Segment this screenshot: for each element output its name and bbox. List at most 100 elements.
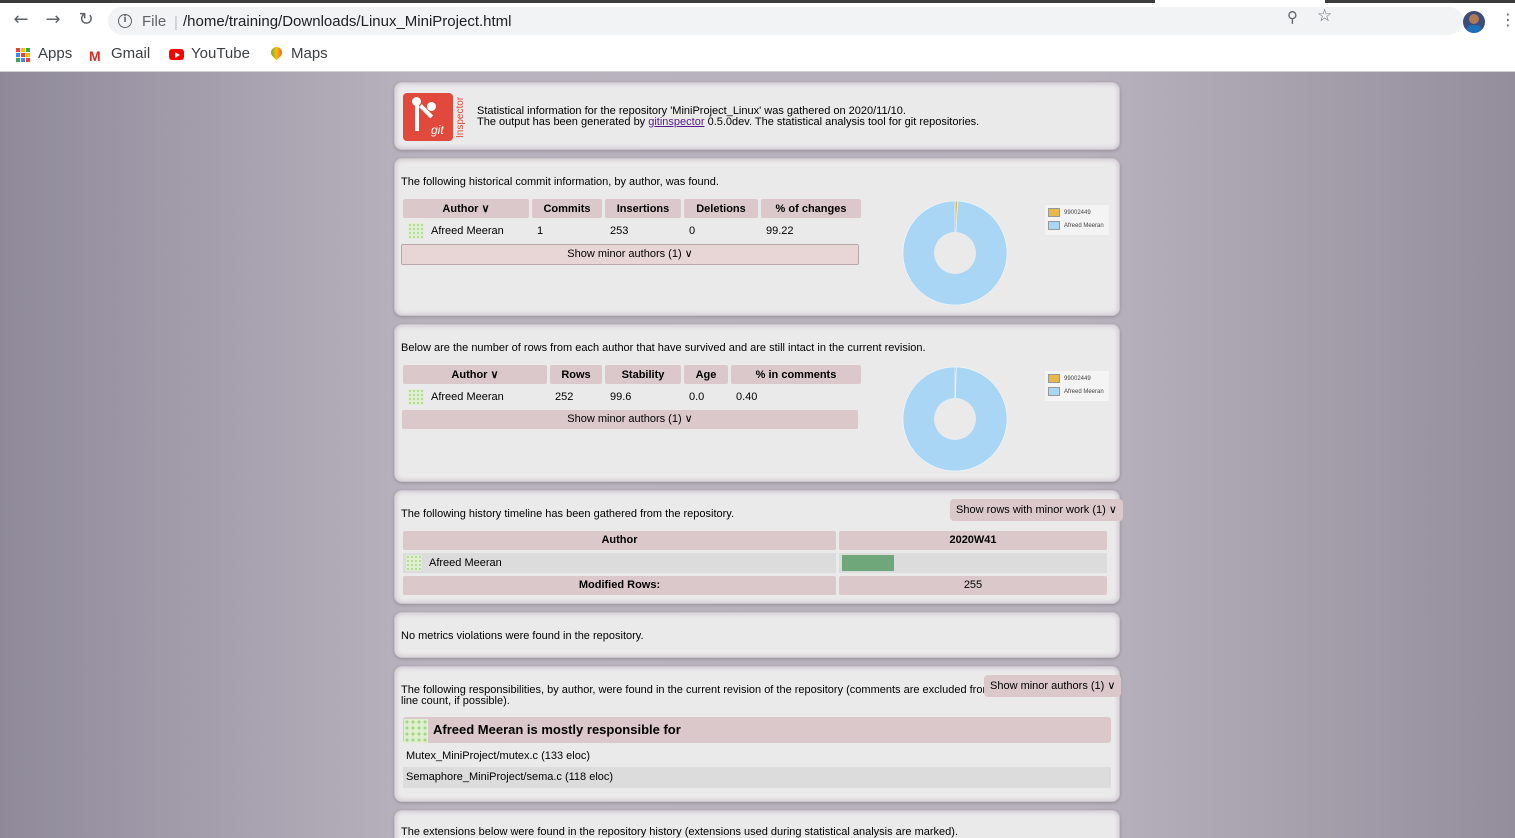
column-header[interactable]: % of changes bbox=[761, 199, 861, 218]
commits-section: The following historical commit informat… bbox=[394, 158, 1120, 316]
apps-grid-icon bbox=[16, 48, 30, 62]
info-icon[interactable]: i bbox=[118, 14, 132, 28]
column-header[interactable]: Deletions bbox=[684, 199, 758, 218]
blame-legend: 99002449 Afreed Meeran bbox=[1045, 371, 1109, 401]
age-value: 0.0 bbox=[689, 391, 705, 403]
gravatar-icon bbox=[406, 555, 422, 571]
bookmark-label: Apps bbox=[38, 45, 73, 62]
column-header[interactable]: Rows bbox=[550, 365, 602, 384]
bookmarks-bar: Apps M Gmail YouTube Maps bbox=[0, 38, 1515, 72]
reload-icon[interactable]: ↻ bbox=[75, 9, 97, 31]
kebab-menu-icon[interactable]: ⋮ bbox=[1500, 10, 1515, 30]
gitinspector-link[interactable]: gitinspector bbox=[648, 116, 704, 128]
legend-swatch bbox=[1048, 374, 1060, 383]
extensions-section: The extensions below were found in the r… bbox=[394, 810, 1120, 838]
metrics-section: No metrics violations were found in the … bbox=[394, 612, 1120, 658]
responsibility-file-row: Mutex_MiniProject/mutex.c (133 eloc) bbox=[406, 750, 591, 762]
profile-avatar[interactable] bbox=[1463, 11, 1485, 33]
responsibility-file-row: Semaphore_MiniProject/sema.c (118 eloc) bbox=[403, 767, 1111, 788]
bookmark-gmail[interactable]: M Gmail bbox=[89, 45, 150, 65]
blame-table: Author ∨ Rows Stability Age % in comment… bbox=[400, 363, 864, 410]
percent-changes-value: 99.22 bbox=[766, 225, 794, 237]
comments-value: 0.40 bbox=[736, 391, 758, 403]
pie-hole bbox=[934, 398, 976, 440]
bookmark-star-icon[interactable]: ☆ bbox=[1317, 6, 1332, 26]
generated-by-text: The output has been generated by gitinsp… bbox=[477, 116, 980, 128]
responsibility-heading: Afreed Meeran is mostly responsible for bbox=[403, 717, 1111, 743]
timeline-activity-bar bbox=[842, 555, 894, 571]
file-scheme-label: File bbox=[142, 13, 167, 30]
legend-label: Afreed Meeran bbox=[1064, 223, 1104, 229]
timeline-intro: The following history timeline has been … bbox=[401, 508, 735, 520]
blame-intro: Below are the number of rows from each a… bbox=[401, 342, 926, 354]
legend-label: 99002449 bbox=[1064, 210, 1091, 216]
column-header[interactable]: Author ∨ bbox=[403, 365, 547, 384]
logo-git-text: git bbox=[431, 123, 444, 137]
commits-table: Author ∨ Commits Insertions Deletions % … bbox=[400, 197, 864, 244]
url-separator: | bbox=[174, 14, 178, 31]
browser-toolbar: ← → ↻ i File | /home/training/Downloads/… bbox=[0, 3, 1515, 38]
metrics-text: No metrics violations were found in the … bbox=[401, 630, 644, 642]
timeline-author-cell: Afreed Meeran bbox=[403, 553, 836, 573]
address-bar[interactable]: i File | /home/training/Downloads/Linux_… bbox=[108, 7, 1463, 35]
author-cell: Afreed Meeran bbox=[403, 386, 547, 408]
back-arrow-icon[interactable]: ← bbox=[10, 9, 32, 31]
show-minor-work-button[interactable]: Show rows with minor work (1) ∨ bbox=[950, 499, 1123, 521]
blame-section: Below are the number of rows from each a… bbox=[394, 324, 1120, 482]
maps-pin-icon bbox=[268, 44, 285, 61]
rows-value: 252 bbox=[555, 391, 574, 403]
column-header[interactable]: Stability bbox=[605, 365, 681, 384]
table-row: Afreed Meeran 252 99.6 0.0 0.40 bbox=[403, 386, 861, 408]
commits-intro: The following historical commit informat… bbox=[401, 176, 719, 188]
bookmark-label: Maps bbox=[291, 45, 328, 62]
gravatar-icon bbox=[408, 389, 424, 405]
pie-hole bbox=[934, 232, 976, 274]
commits-legend: 99002449 Afreed Meeran bbox=[1045, 205, 1109, 235]
timeline-bar-cell bbox=[839, 553, 1107, 573]
bookmark-youtube[interactable]: YouTube bbox=[169, 45, 250, 65]
legend-label: Afreed Meeran bbox=[1064, 389, 1104, 395]
bookmark-maps[interactable]: Maps bbox=[268, 44, 328, 65]
timeline-author-header: Author bbox=[403, 531, 836, 550]
legend-label: 99002449 bbox=[1064, 376, 1091, 382]
forward-arrow-icon[interactable]: → bbox=[42, 9, 64, 31]
responsibilities-intro-2: line count, if possible). bbox=[401, 695, 510, 707]
modified-rows-label: Modified Rows: bbox=[403, 576, 836, 595]
insertions-value: 253 bbox=[610, 225, 629, 237]
stability-value: 99.6 bbox=[610, 391, 632, 403]
youtube-icon bbox=[169, 49, 184, 60]
modified-rows-value: 255 bbox=[839, 576, 1107, 595]
show-minor-authors-button[interactable]: Show minor authors (1) ∨ bbox=[401, 244, 859, 265]
report-header: git Inspector Statistical information fo… bbox=[394, 82, 1120, 150]
show-minor-authors-button[interactable]: Show minor authors (1) ∨ bbox=[984, 675, 1122, 697]
extensions-intro: The extensions below were found in the r… bbox=[401, 826, 958, 838]
column-header[interactable]: Commits bbox=[532, 199, 602, 218]
url-text[interactable]: /home/training/Downloads/Linux_MiniProje… bbox=[183, 13, 512, 30]
column-header[interactable]: % in comments bbox=[731, 365, 861, 384]
timeline-period-header: 2020W41 bbox=[839, 531, 1107, 550]
table-row: Afreed Meeran 1 253 0 99.22 bbox=[403, 220, 861, 242]
deletions-value: 0 bbox=[689, 225, 696, 237]
gmail-icon: M bbox=[89, 48, 101, 64]
blame-pie-chart bbox=[902, 366, 1008, 472]
legend-swatch bbox=[1048, 387, 1060, 396]
logo-inspector-text: Inspector bbox=[455, 96, 466, 138]
legend-swatch bbox=[1048, 221, 1060, 230]
commits-pie-chart bbox=[902, 200, 1008, 306]
show-minor-authors-button[interactable]: Show minor authors (1) ∨ bbox=[402, 410, 858, 429]
bookmark-apps[interactable]: Apps bbox=[16, 45, 72, 65]
commits-value: 1 bbox=[537, 225, 544, 237]
gravatar-icon bbox=[408, 223, 424, 239]
column-header[interactable]: Author ∨ bbox=[403, 199, 529, 218]
timeline-section: The following history timeline has been … bbox=[394, 490, 1123, 604]
responsibilities-section: The following responsibilities, by autho… bbox=[394, 666, 1122, 802]
gitinspector-logo: git bbox=[403, 93, 453, 141]
gravatar-icon bbox=[404, 718, 428, 743]
zoom-icon[interactable]: ⚲ bbox=[1287, 8, 1298, 26]
bookmark-label: Gmail bbox=[111, 45, 151, 62]
column-header[interactable]: Insertions bbox=[605, 199, 681, 218]
legend-swatch bbox=[1048, 208, 1060, 217]
bookmark-label: YouTube bbox=[191, 45, 250, 62]
author-cell: Afreed Meeran bbox=[403, 220, 529, 242]
column-header[interactable]: Age bbox=[684, 365, 728, 384]
